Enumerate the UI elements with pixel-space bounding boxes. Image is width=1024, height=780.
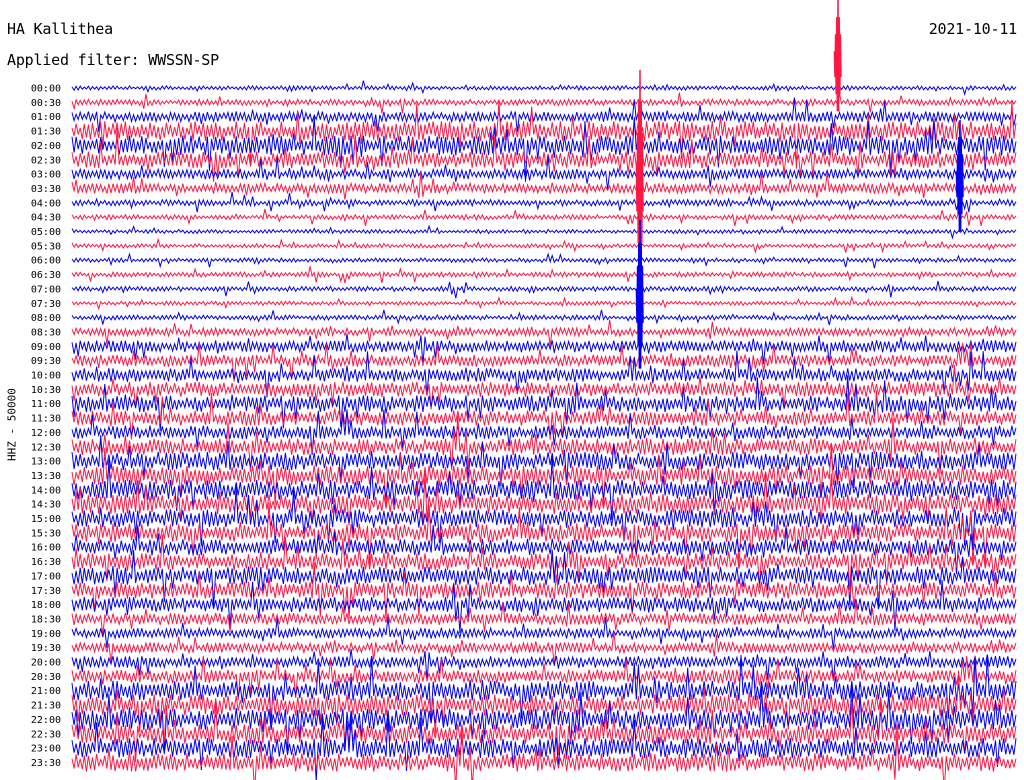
time-tick-label: 17:30 (31, 586, 61, 597)
trace-line (71, 295, 1017, 311)
trace-line (71, 562, 1017, 619)
time-tick-label: 00:00 (31, 84, 61, 95)
time-tick-label: 16:00 (31, 543, 61, 554)
seismogram-plot: 00:00 00:30 01:00 01:30 02:00 02:30 03:00 03:30… (31, 0, 1017, 780)
time-tick-label: 05:00 (31, 227, 61, 238)
trace-line (71, 333, 1017, 366)
time-tick-label: 14:30 (31, 500, 61, 511)
time-tick-label: 18:30 (31, 614, 61, 625)
time-tick-label: 08:00 (31, 313, 61, 324)
time-tick-label: 14:00 (31, 485, 61, 496)
trace-line (71, 309, 1017, 326)
time-tick-label: 04:30 (31, 213, 61, 224)
time-tick-label: 18:00 (31, 600, 61, 611)
time-tick-label: 23:00 (31, 744, 61, 755)
time-tick-label: 22:00 (31, 715, 61, 726)
time-tick-label: 03:30 (31, 184, 61, 195)
time-tick-label: 13:30 (31, 471, 61, 482)
trace-line (71, 252, 1017, 269)
time-tick-label: 10:30 (31, 385, 61, 396)
time-tick-label: 07:00 (31, 284, 61, 295)
trace-line (71, 280, 1017, 299)
time-tick-label: 01:30 (31, 127, 61, 138)
time-tick-label: 19:30 (31, 643, 61, 654)
time-tick-label: 22:30 (31, 729, 61, 740)
time-tick-label: 16:30 (31, 557, 61, 568)
time-tick-label: 15:00 (31, 514, 61, 525)
trace-line (71, 237, 1017, 255)
time-tick-label: 00:30 (31, 98, 61, 109)
time-tick-label: 19:00 (31, 629, 61, 640)
time-tick-label: 12:00 (31, 428, 61, 439)
time-tick-label: 11:30 (31, 414, 61, 425)
time-tick-label: 20:30 (31, 672, 61, 683)
trace-line (71, 434, 1017, 489)
trace-line (71, 155, 1017, 190)
time-tick-label: 06:30 (31, 270, 61, 281)
trace-line (71, 714, 1017, 780)
trace-line (71, 364, 1017, 410)
time-tick-label: 23:30 (31, 758, 61, 769)
trace-line (71, 80, 1017, 96)
time-tick-label: 13:00 (31, 457, 61, 468)
time-tick-label: 12:30 (31, 442, 61, 453)
time-tick-label: 04:00 (31, 198, 61, 209)
time-tick-label: 09:00 (31, 342, 61, 353)
time-tick-label: 05:30 (31, 241, 61, 252)
time-tick-label: 09:30 (31, 356, 61, 367)
time-tick-label: 02:30 (31, 155, 61, 166)
time-tick-label: 21:00 (31, 686, 61, 697)
trace-line (71, 319, 1017, 347)
time-tick-label: 10:00 (31, 371, 61, 382)
time-tick-label: 08:30 (31, 327, 61, 338)
time-tick-label: 20:00 (31, 658, 61, 669)
time-tick-label: 06:00 (31, 256, 61, 267)
time-tick-label: 17:00 (31, 571, 61, 582)
time-tick-label: 02:00 (31, 141, 61, 152)
trace-line (71, 92, 1017, 114)
time-tick-label: 01:00 (31, 112, 61, 123)
trace-line (71, 191, 1017, 213)
time-tick-label: 15:30 (31, 528, 61, 539)
trace-line (71, 208, 1017, 227)
trace-line (71, 580, 1017, 634)
time-tick-label: 11:00 (31, 399, 61, 410)
time-tick-label: 07:30 (31, 299, 61, 310)
trace-line (71, 101, 1017, 169)
time-tick-label: 21:30 (31, 701, 61, 712)
trace-line (71, 266, 1017, 284)
time-tick-label: 03:00 (31, 170, 61, 181)
trace-line (71, 224, 1017, 240)
